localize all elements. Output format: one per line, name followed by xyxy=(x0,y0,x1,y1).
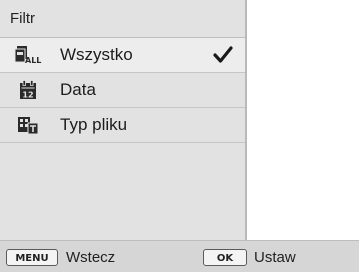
back-hint-label: Wstecz xyxy=(66,249,116,266)
filter-panel: Filtr ALL Wszystko 12 Data Typ pliku xyxy=(0,0,247,240)
svg-text:12: 12 xyxy=(22,91,33,100)
menu-item-date[interactable]: 12 Data xyxy=(0,73,245,108)
svg-text:ALL: ALL xyxy=(25,56,41,65)
menu-item-all[interactable]: ALL Wszystko xyxy=(0,38,245,73)
set-hint-label: Ustaw xyxy=(254,249,296,266)
menu-key-button[interactable]: MENU xyxy=(6,249,58,266)
calendar-icon: 12 xyxy=(14,79,42,101)
menu-item-file-type[interactable]: Typ pliku xyxy=(0,108,245,143)
panel-title: Filtr xyxy=(0,0,245,38)
bottom-bar: MENU Wstecz OK Ustaw xyxy=(0,240,359,272)
all-files-icon: ALL xyxy=(14,44,42,66)
ok-key-button[interactable]: OK xyxy=(203,249,247,266)
file-type-icon xyxy=(14,114,42,136)
menu-item-label: Data xyxy=(60,80,96,99)
menu-item-label: Wszystko xyxy=(60,45,133,64)
screen: Filtr ALL Wszystko 12 Data Typ pliku MEN… xyxy=(0,0,359,272)
menu-item-label: Typ pliku xyxy=(60,115,128,134)
checkmark-icon xyxy=(213,46,233,64)
